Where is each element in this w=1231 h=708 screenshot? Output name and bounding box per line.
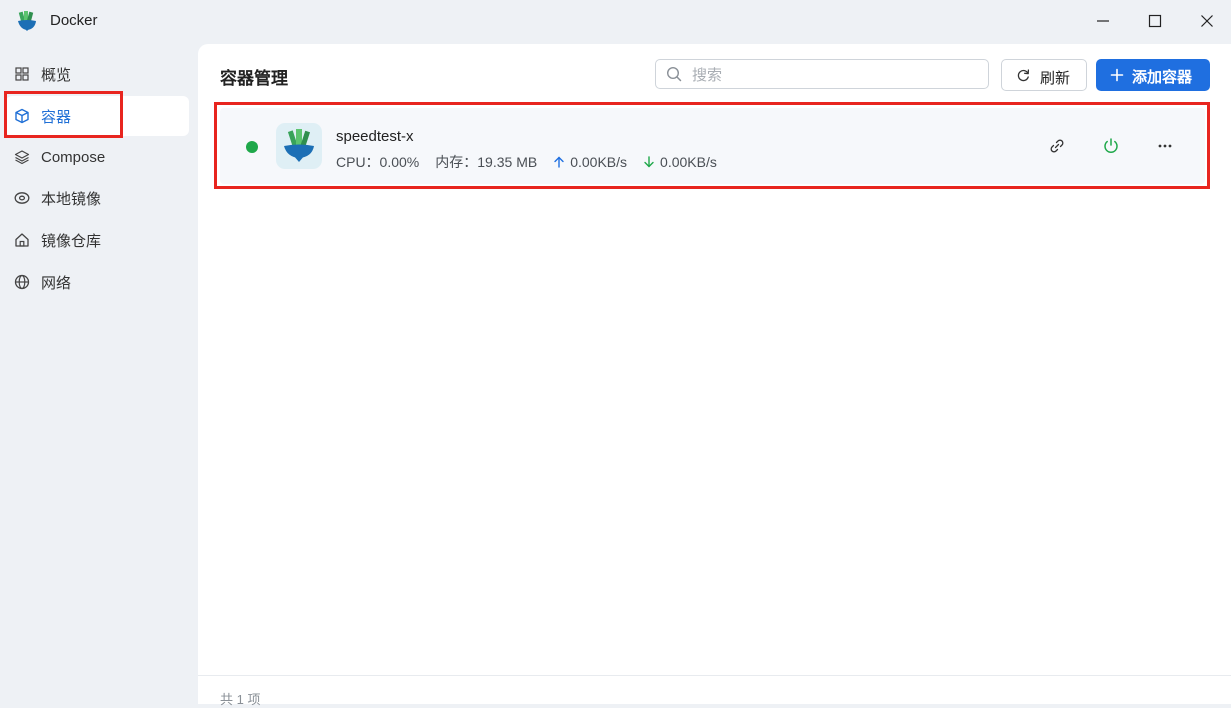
- more-options-button[interactable]: [1154, 135, 1176, 157]
- download-speed: 0.00KB/s: [660, 154, 717, 170]
- power-button[interactable]: [1100, 135, 1122, 157]
- cube-icon: [14, 108, 30, 124]
- sidebar-item-label: 容器: [41, 108, 72, 126]
- page-title: 容器管理: [220, 69, 288, 88]
- sidebar-item-network[interactable]: 网络: [6, 262, 189, 302]
- memory-usage: 内存：19.35 MB: [435, 154, 538, 170]
- container-card[interactable]: speedtest-x CPU：0.00% 内存：19.35 MB 0.00KB…: [220, 108, 1205, 184]
- download-arrow-icon: [644, 156, 654, 168]
- cpu-usage: CPU：0.00%: [336, 154, 420, 170]
- footer-divider: [198, 675, 1231, 676]
- sidebar-item-label: 概览: [41, 66, 72, 84]
- title-bar: Docker: [0, 0, 1231, 44]
- speedtest-whale-icon: [284, 129, 314, 162]
- refresh-button[interactable]: 刷新: [1001, 59, 1087, 91]
- container-app-icon: [276, 123, 322, 169]
- sidebar-item-label: 本地镜像: [41, 190, 102, 208]
- layers-icon: [14, 149, 30, 165]
- close-button[interactable]: [1187, 6, 1227, 36]
- minimize-button[interactable]: [1083, 6, 1123, 36]
- close-icon: [1201, 15, 1213, 27]
- status-running-indicator: [246, 141, 258, 153]
- more-horizontal-icon: [1158, 144, 1172, 148]
- search-icon: [666, 66, 682, 82]
- add-container-button[interactable]: 添加容器: [1096, 59, 1210, 91]
- sidebar-item-image-registry[interactable]: 镜像仓库: [6, 220, 189, 260]
- app-title: Docker: [50, 12, 98, 29]
- upload-arrow-icon: [554, 156, 564, 168]
- minimize-icon: [1097, 20, 1109, 22]
- search-input[interactable]: [690, 63, 984, 87]
- grid-icon: [14, 66, 30, 82]
- home-icon: [14, 232, 30, 248]
- container-stats: CPU：0.00% 内存：19.35 MB 0.00KB/s 0.00KB/s: [336, 152, 717, 172]
- plus-icon: [1110, 68, 1124, 82]
- maximize-button[interactable]: [1135, 6, 1175, 36]
- upload-speed: 0.00KB/s: [570, 154, 628, 170]
- docker-whale-icon: [18, 11, 36, 31]
- sidebar-item-overview[interactable]: 概览: [6, 54, 189, 94]
- link-icon: [1050, 139, 1064, 153]
- maximize-icon: [1148, 14, 1162, 28]
- search-box[interactable]: [655, 59, 989, 89]
- container-name: speedtest-x: [336, 128, 414, 145]
- open-link-button[interactable]: [1046, 135, 1068, 157]
- refresh-button-label: 刷新: [1040, 70, 1071, 87]
- refresh-icon: [1017, 69, 1030, 82]
- sidebar-item-label: 网络: [41, 274, 72, 292]
- sidebar-item-compose[interactable]: Compose: [6, 137, 189, 177]
- sidebar-item-label: Compose: [41, 148, 106, 166]
- sidebar-item-containers[interactable]: 容器: [6, 96, 189, 136]
- main-panel: 容器管理 刷新 添加容器: [198, 44, 1231, 707]
- power-icon: [1104, 138, 1118, 153]
- globe-icon: [14, 274, 30, 290]
- sidebar-item-label: 镜像仓库: [41, 232, 102, 250]
- sidebar-item-local-images[interactable]: 本地镜像: [6, 178, 189, 218]
- add-container-button-label: 添加容器: [1132, 69, 1193, 86]
- sidebar: 概览 容器 Compose 本地镜像 镜像仓库 网络: [0, 44, 198, 704]
- item-count: 共 1 项: [220, 692, 261, 707]
- disc-icon: [14, 190, 30, 206]
